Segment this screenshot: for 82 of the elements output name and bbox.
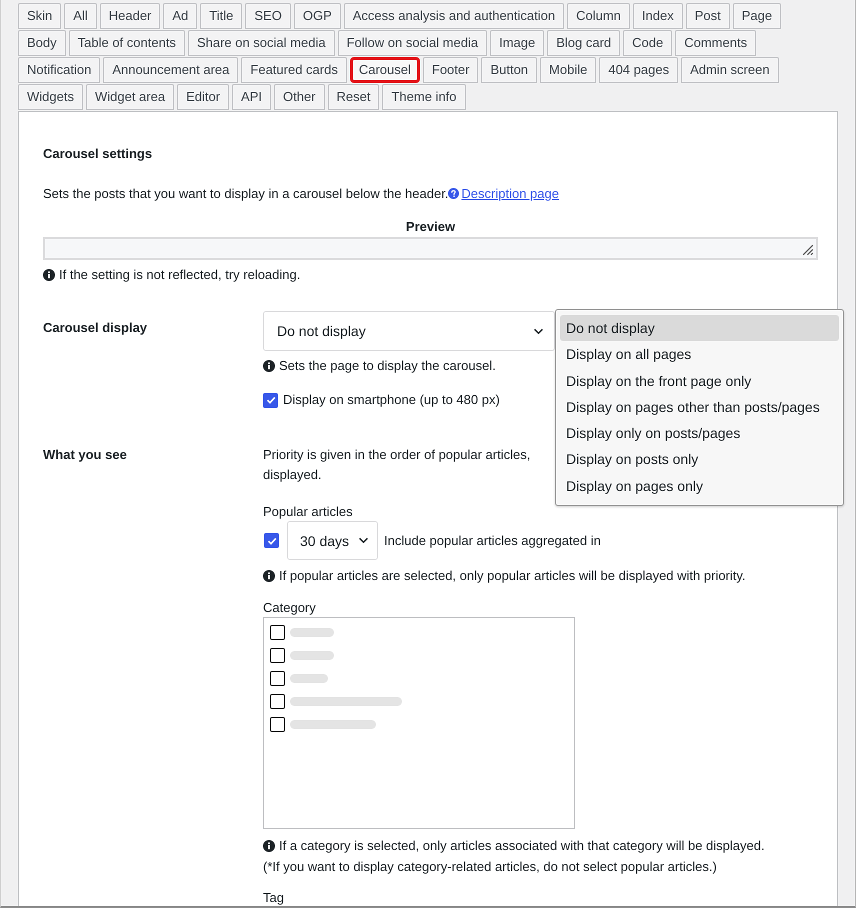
field-label: Tag [263, 889, 285, 906]
checkbox[interactable] [264, 533, 279, 548]
settings-tab[interactable]: Editor [177, 84, 230, 110]
blurred-label [290, 651, 334, 660]
info-icon [263, 570, 275, 582]
checkbox-label: Include popular articles aggregated in [384, 533, 601, 548]
settings-tab[interactable]: Table of contents [68, 30, 185, 56]
checkbox[interactable] [270, 648, 285, 663]
setting-label: What you see [43, 446, 128, 464]
section-description: Sets the posts that you want to display in a carousel below the header. [43, 186, 448, 201]
settings-tab[interactable]: Button [481, 57, 538, 83]
chevron-down-icon [358, 537, 369, 544]
checkbox[interactable] [263, 392, 278, 408]
settings-tab[interactable]: Widget area [86, 84, 174, 110]
settings-tab[interactable]: Ad [163, 3, 198, 29]
hint-text: If a category is selected, only articles associated with that category will be displayed. [279, 837, 765, 855]
description-link[interactable]: Description page [448, 186, 559, 201]
settings-tab[interactable]: Blog card [547, 30, 620, 56]
help-icon [448, 188, 460, 199]
hint-text: (*If you want to display category-related articles, do not select popular articles.) [263, 858, 718, 876]
info-icon [263, 360, 275, 372]
settings-tab[interactable]: All [64, 3, 97, 29]
settings-tab[interactable]: Share on social media [188, 30, 335, 56]
settings-tab[interactable]: Comments [675, 30, 756, 56]
settings-tab[interactable]: Admin screen [681, 57, 779, 83]
settings-tab[interactable]: Index [632, 3, 683, 29]
chevron-down-icon [533, 328, 544, 334]
resize-grip-icon[interactable] [802, 244, 814, 256]
settings-tab[interactable]: Widgets [18, 84, 83, 110]
hint-text: If popular articles are selected, only popular articles will be displayed with priority. [279, 567, 746, 585]
display-select[interactable]: Do not display [263, 311, 555, 351]
settings-tab[interactable]: Code [623, 30, 672, 56]
hint-text: If the setting is not reflected, try reloading. [59, 266, 300, 284]
info-icon [263, 840, 275, 852]
setting-description: displayed. [263, 466, 322, 484]
settings-tab[interactable]: Footer [422, 57, 478, 83]
settings-tab[interactable]: SEO [245, 3, 291, 29]
settings-tab[interactable]: API [232, 84, 271, 110]
settings-tab[interactable]: Reset [328, 84, 380, 110]
settings-tab[interactable]: Featured cards [241, 57, 347, 83]
checkmark-icon [264, 394, 276, 406]
settings-tab[interactable]: Notification [18, 57, 100, 83]
settings-tab[interactable]: 404 pages [599, 57, 678, 83]
settings-tab[interactable]: Title [200, 3, 242, 29]
dropdown-option[interactable]: Do not display [560, 315, 839, 342]
blurred-label [290, 628, 334, 637]
setting-label: Carousel display [43, 319, 148, 337]
dropdown-option[interactable]: Display on the front page only [560, 368, 839, 394]
settings-tab[interactable]: Image [490, 30, 544, 56]
settings-tab[interactable]: Column [567, 3, 630, 29]
settings-tab[interactable]: Follow on social media [338, 30, 488, 56]
settings-tab[interactable]: Theme info [382, 84, 466, 110]
checkbox-label[interactable]: Display on smartphone (up to 480 px) [283, 390, 500, 410]
settings-tab[interactable]: OGP [294, 3, 341, 29]
settings-tab[interactable]: Skin [18, 3, 62, 29]
info-icon [43, 269, 55, 281]
dropdown-option[interactable]: Display on pages other than posts/pages [560, 394, 839, 420]
setting-description: Priority is given in the order of popular articles, [263, 446, 530, 464]
blurred-label [290, 674, 328, 683]
settings-tab[interactable]: Post [686, 3, 730, 29]
hint-text: Sets the page to display the carousel. [279, 357, 496, 375]
field-label: Category [263, 599, 317, 617]
settings-tab[interactable]: Page [732, 3, 782, 29]
checkbox[interactable] [270, 694, 285, 709]
settings-tab[interactable]: Access analysis and authentication [344, 3, 564, 29]
settings-tab[interactable]: Mobile [540, 57, 596, 83]
settings-tab[interactable]: Carousel [350, 57, 420, 83]
dropdown-option[interactable]: Display on posts only [560, 446, 839, 473]
settings-tab[interactable]: Announcement area [103, 57, 238, 83]
dropdown-option[interactable]: Display on pages only [560, 472, 839, 500]
settings-tab[interactable]: Other [274, 84, 325, 110]
checkbox[interactable] [270, 625, 285, 640]
preview-label: Preview [404, 218, 456, 236]
dropdown-option[interactable]: Display on all pages [560, 341, 839, 368]
checkbox[interactable] [270, 717, 285, 732]
dropdown-option[interactable]: Display only on posts/pages [560, 420, 839, 446]
period-select[interactable]: 30 days [287, 521, 378, 560]
field-label: Popular articles [263, 503, 354, 521]
section-title: Carousel settings [43, 145, 154, 163]
checkbox[interactable] [270, 671, 285, 686]
settings-tab[interactable]: Header [100, 3, 160, 29]
settings-tab[interactable]: Body [18, 30, 66, 56]
